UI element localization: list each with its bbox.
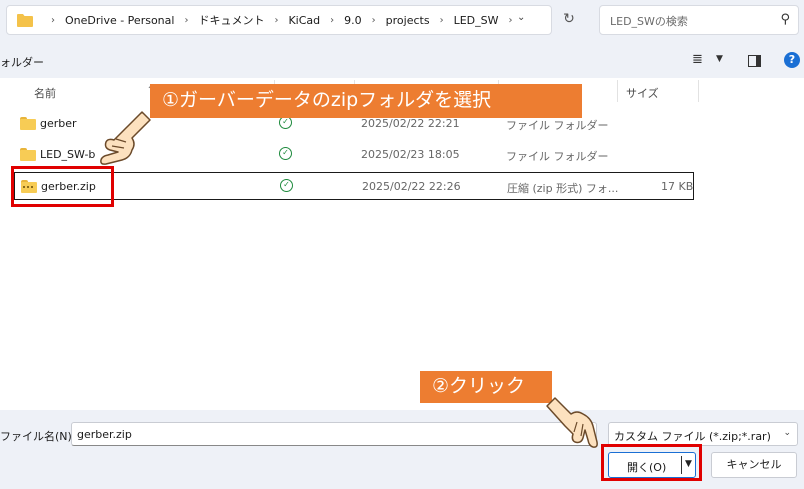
- address-bar-row: › OneDrive - Personal › ドキュメント › KiCad ›…: [0, 0, 804, 44]
- file-name: gerber: [40, 117, 77, 130]
- chevron-right-icon[interactable]: ›: [432, 15, 452, 26]
- address-bar[interactable]: › OneDrive - Personal › ドキュメント › KiCad ›…: [6, 5, 552, 35]
- toolbar: ォルダー ≣ ▼ ?: [0, 44, 804, 78]
- chevron-right-icon[interactable]: ›: [322, 15, 342, 26]
- file-type: ファイル フォルダー: [506, 150, 609, 163]
- file-type: 圧縮 (zip 形式) フォ...: [507, 182, 619, 195]
- file-date: 2025/02/22 22:21: [361, 117, 460, 130]
- breadcrumb-documents[interactable]: ドキュメント: [196, 12, 266, 28]
- search-placeholder: LED_SWの検索: [610, 15, 688, 28]
- pointing-hand-icon: [96, 108, 152, 171]
- column-name[interactable]: 名前: [34, 85, 56, 101]
- file-date: 2025/02/22 22:26: [362, 180, 461, 193]
- view-options-icon[interactable]: ≣: [692, 52, 703, 67]
- filter-value: カスタム ファイル (*.zip;*.rar): [614, 430, 771, 443]
- annotation-step1: ①ガーバーデータのzipフォルダを選択: [150, 84, 582, 118]
- sync-status-icon: ✓: [279, 147, 292, 160]
- cancel-button[interactable]: キャンセル: [711, 452, 797, 478]
- column-divider[interactable]: [698, 80, 699, 102]
- file-row-selected[interactable]: gerber.zip ✓ 2025/02/22 22:26 圧縮 (zip 形式…: [14, 172, 694, 200]
- help-icon[interactable]: ?: [784, 52, 800, 68]
- column-divider[interactable]: [617, 80, 618, 102]
- folder-icon: [17, 14, 33, 30]
- view-dropdown-icon[interactable]: ▼: [716, 54, 723, 64]
- filename-label: ファイル名(N):: [0, 430, 76, 443]
- search-icon[interactable]: ⚲: [780, 12, 790, 27]
- address-history-dropdown-icon[interactable]: ⌄: [517, 12, 531, 23]
- breadcrumb: › OneDrive - Personal › ドキュメント › KiCad ›…: [43, 6, 520, 34]
- file-date: 2025/02/23 18:05: [361, 148, 460, 161]
- refresh-icon[interactable]: ↻: [558, 8, 580, 30]
- chevron-right-icon[interactable]: ›: [176, 15, 196, 26]
- highlight-box-open: [601, 444, 702, 481]
- breadcrumb-version[interactable]: 9.0: [342, 14, 364, 27]
- file-type: ファイル フォルダー: [506, 119, 609, 132]
- new-folder-button[interactable]: ォルダー: [0, 54, 44, 70]
- pointing-hand-icon: [543, 396, 601, 459]
- annotation-step2: ②クリック: [420, 371, 552, 403]
- search-box[interactable]: LED_SWの検索 ⚲: [599, 5, 799, 35]
- folder-icon: [20, 117, 36, 130]
- highlight-box-zip: [11, 166, 114, 207]
- filename-value: gerber.zip: [77, 428, 132, 441]
- file-size: 17 KB: [661, 180, 694, 193]
- sync-status-icon: ✓: [280, 179, 293, 192]
- chevron-right-icon[interactable]: ›: [364, 15, 384, 26]
- filename-input[interactable]: gerber.zip: [71, 422, 597, 446]
- preview-pane-icon[interactable]: [748, 55, 761, 67]
- breadcrumb-projects[interactable]: projects: [384, 14, 432, 27]
- breadcrumb-kicad[interactable]: KiCad: [286, 14, 322, 27]
- file-name: LED_SW-b: [40, 148, 96, 161]
- file-type-filter[interactable]: カスタム ファイル (*.zip;*.rar) ⌄: [608, 422, 798, 446]
- breadcrumb-onedrive[interactable]: OneDrive - Personal: [63, 14, 176, 27]
- folder-icon: [20, 148, 36, 161]
- chevron-down-icon[interactable]: ⌄: [783, 428, 791, 438]
- chevron-right-icon: ›: [51, 14, 55, 26]
- chevron-right-icon[interactable]: ›: [266, 15, 286, 26]
- breadcrumb-led-sw[interactable]: LED_SW: [452, 14, 501, 27]
- column-size[interactable]: サイズ: [626, 85, 659, 101]
